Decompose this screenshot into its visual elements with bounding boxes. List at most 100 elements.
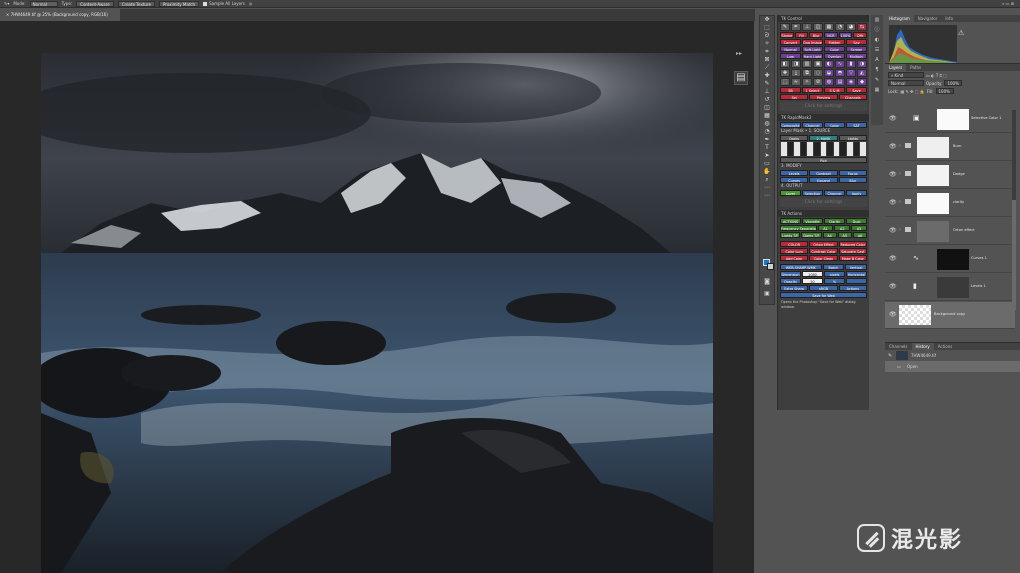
swatches-panel-icon[interactable]: ▦ [871,85,883,95]
brush-tool-icon[interactable]: ✎ [760,80,774,88]
dodge-tool-icon[interactable]: ◔ [760,128,774,136]
group-toggle-icon[interactable]: › [899,227,901,233]
fill-input[interactable]: 100% [935,88,954,94]
tk-brush-icon[interactable]: ✎ [780,23,790,31]
create-texture-button[interactable]: Create Texture [117,0,155,7]
tk-group-icon[interactable]: ▣ [813,60,823,68]
tk-sm-button[interactable]: S & M [824,87,845,93]
act-make-b-color-button[interactable]: Make B Color [838,255,867,261]
tk-sat-icon[interactable]: ◓ [835,69,845,77]
eye-icon[interactable]: 👁 [889,199,897,206]
frame-tool-icon[interactable]: ⊠ [760,56,774,64]
eyedropper-tool-icon[interactable]: ⟋ [760,64,774,72]
eye-icon[interactable]: 👁 [889,227,897,234]
target-icon[interactable]: ◎ [249,1,253,7]
rm-focus-button[interactable]: Focus [838,170,867,176]
tk-curves-icon[interactable]: ∿ [835,60,845,68]
act-color-clean-button[interactable]: Color Clean [809,255,838,261]
tk-invert-icon[interactable]: ◒ [824,69,834,77]
more-tools-icon[interactable]: ⋯ [760,184,774,192]
layer-row[interactable]: 👁 ▣ Selective Color 1 [885,106,1015,133]
blend-mode-select[interactable]: Normal [888,80,924,86]
eraser-tool-icon[interactable]: ◫ [760,104,774,112]
pen-tool-icon[interactable]: ✒ [760,136,774,144]
act-a6-button[interactable]: A6 [852,232,868,238]
history-step[interactable]: ▭ Open [885,361,1020,372]
rm-contract-button[interactable]: Contract [809,170,838,176]
tk-sb-button[interactable]: SB [780,87,801,93]
background-color-swatch[interactable] [767,263,774,270]
tk-1select-button[interactable]: 1 Select [802,87,823,93]
tk-channel-icon[interactable]: ▥ [802,60,812,68]
tab-layers[interactable]: Layers [885,64,907,71]
layer-mask-thumb[interactable] [937,109,969,130]
adjustments-panel-icon[interactable]: ◐ [871,35,883,45]
collapse-panels-icon[interactable]: ▸▸ [736,50,742,57]
tk-stroke-button[interactable]: Stroke [780,32,794,38]
tk-mask-icon[interactable]: ◨ [791,60,801,68]
tk-lum-button[interactable]: Lum [780,53,801,59]
tk-feather-icon[interactable]: ≈ [791,78,801,86]
tk-overlay-button[interactable]: Overlay [824,53,845,59]
act-saturate-cast-button[interactable]: Saturate Cast [838,248,867,254]
content-aware-button[interactable]: Content-Aware [76,0,114,7]
quick-select-tool-icon[interactable]: ✧ [760,40,774,48]
rm-zone-keys[interactable] [778,142,869,156]
character-panel-icon[interactable]: A [871,55,883,65]
tk-flatten-button[interactable]: Flatten [824,39,845,45]
tk-vib-icon[interactable]: ▽ [846,69,856,77]
tk-threshold-icon[interactable]: ◆ [857,78,867,86]
layer-mask-thumb[interactable] [917,137,949,158]
tk-100-button[interactable]: 100% [838,32,853,38]
info-panel-icon[interactable]: ⓘ [871,25,883,35]
tk-hue-icon[interactable]: ◑ [857,60,867,68]
rm-expand-button[interactable]: Expand [809,177,838,183]
group-toggle-icon[interactable]: › [899,199,901,205]
tk-control-settings[interactable]: Click for settings [780,102,867,111]
act-horizontal-button[interactable]: Horizontal [846,271,867,277]
tk-convert-button[interactable]: Convert [780,39,801,45]
layer-mask-thumb[interactable] [917,193,949,214]
tab-channels[interactable]: Channels [885,343,912,350]
tk-normal-button[interactable]: Normal [780,46,801,52]
document-tab[interactable]: × 7HW4649.tif @ 25% (Background copy, RG… [0,9,120,21]
tab-history[interactable]: History [911,343,934,350]
rm-levels-button[interactable]: Levels [780,170,809,176]
tab-navigator[interactable]: Navigator [914,15,942,22]
tk-soft-light-button[interactable]: Soft Light [802,46,823,52]
search-icon[interactable]: ⌕ ▭ ⊞ [1002,1,1014,7]
tk-refine-icon[interactable]: ✧ [802,78,812,86]
properties-panel-icon[interactable]: ☰ [871,45,883,55]
blur-tool-icon[interactable]: ◍ [760,120,774,128]
tk-swap-icon[interactable]: ⇆ [857,23,867,31]
healing-brush-icon[interactable]: ✎▾ [4,1,9,7]
crop-tool-icon[interactable]: ⌗ [760,48,774,56]
layers-scrollbar[interactable] [1012,110,1016,310]
act-extra-button[interactable] [846,278,867,284]
tk-multiply-button[interactable]: Multiply [846,53,867,59]
act-orton-button[interactable]: Orton Effect [809,241,838,247]
healing-tool-icon[interactable]: ✚ [760,72,774,80]
history-snapshot[interactable]: ✎ 7HW4649.tif [885,350,1020,361]
tk-fill-button[interactable]: Fill [794,32,809,38]
layer-row[interactable]: 👁 ∿ Curves 1 [885,246,1015,273]
eye-icon[interactable]: 👁 [889,311,897,318]
rm-settings[interactable]: Click for settings [780,198,867,207]
eye-icon[interactable]: 👁 [889,115,897,122]
rm-selection-button[interactable]: Selection [802,190,823,196]
gradient-tool-icon[interactable]: ▦ [760,112,774,120]
canvas-area[interactable]: ▸▸ ▤ [0,21,754,573]
tk-color-button[interactable]: Color [824,46,845,52]
layer-row[interactable]: 👁 ▮ Levels 1 [885,274,1015,301]
tk-ncr-button[interactable]: NCR [824,32,838,38]
hand-tool-icon[interactable]: ✋ [760,168,774,176]
act-a3-button[interactable]: A3 [851,225,867,231]
mode-select[interactable]: Normal [29,0,58,7]
layer-row[interactable]: 👁 › Dodge [885,162,1015,189]
act-a4-button[interactable]: A4 [822,232,837,238]
eye-icon[interactable]: 👁 [889,283,897,290]
eye-icon[interactable]: 👁 [889,171,897,178]
tk-pen-icon[interactable]: ✒ [791,23,801,31]
marquee-tool-icon[interactable]: ⬚ [760,24,774,32]
rm-darks-button[interactable]: Darks [780,135,809,141]
